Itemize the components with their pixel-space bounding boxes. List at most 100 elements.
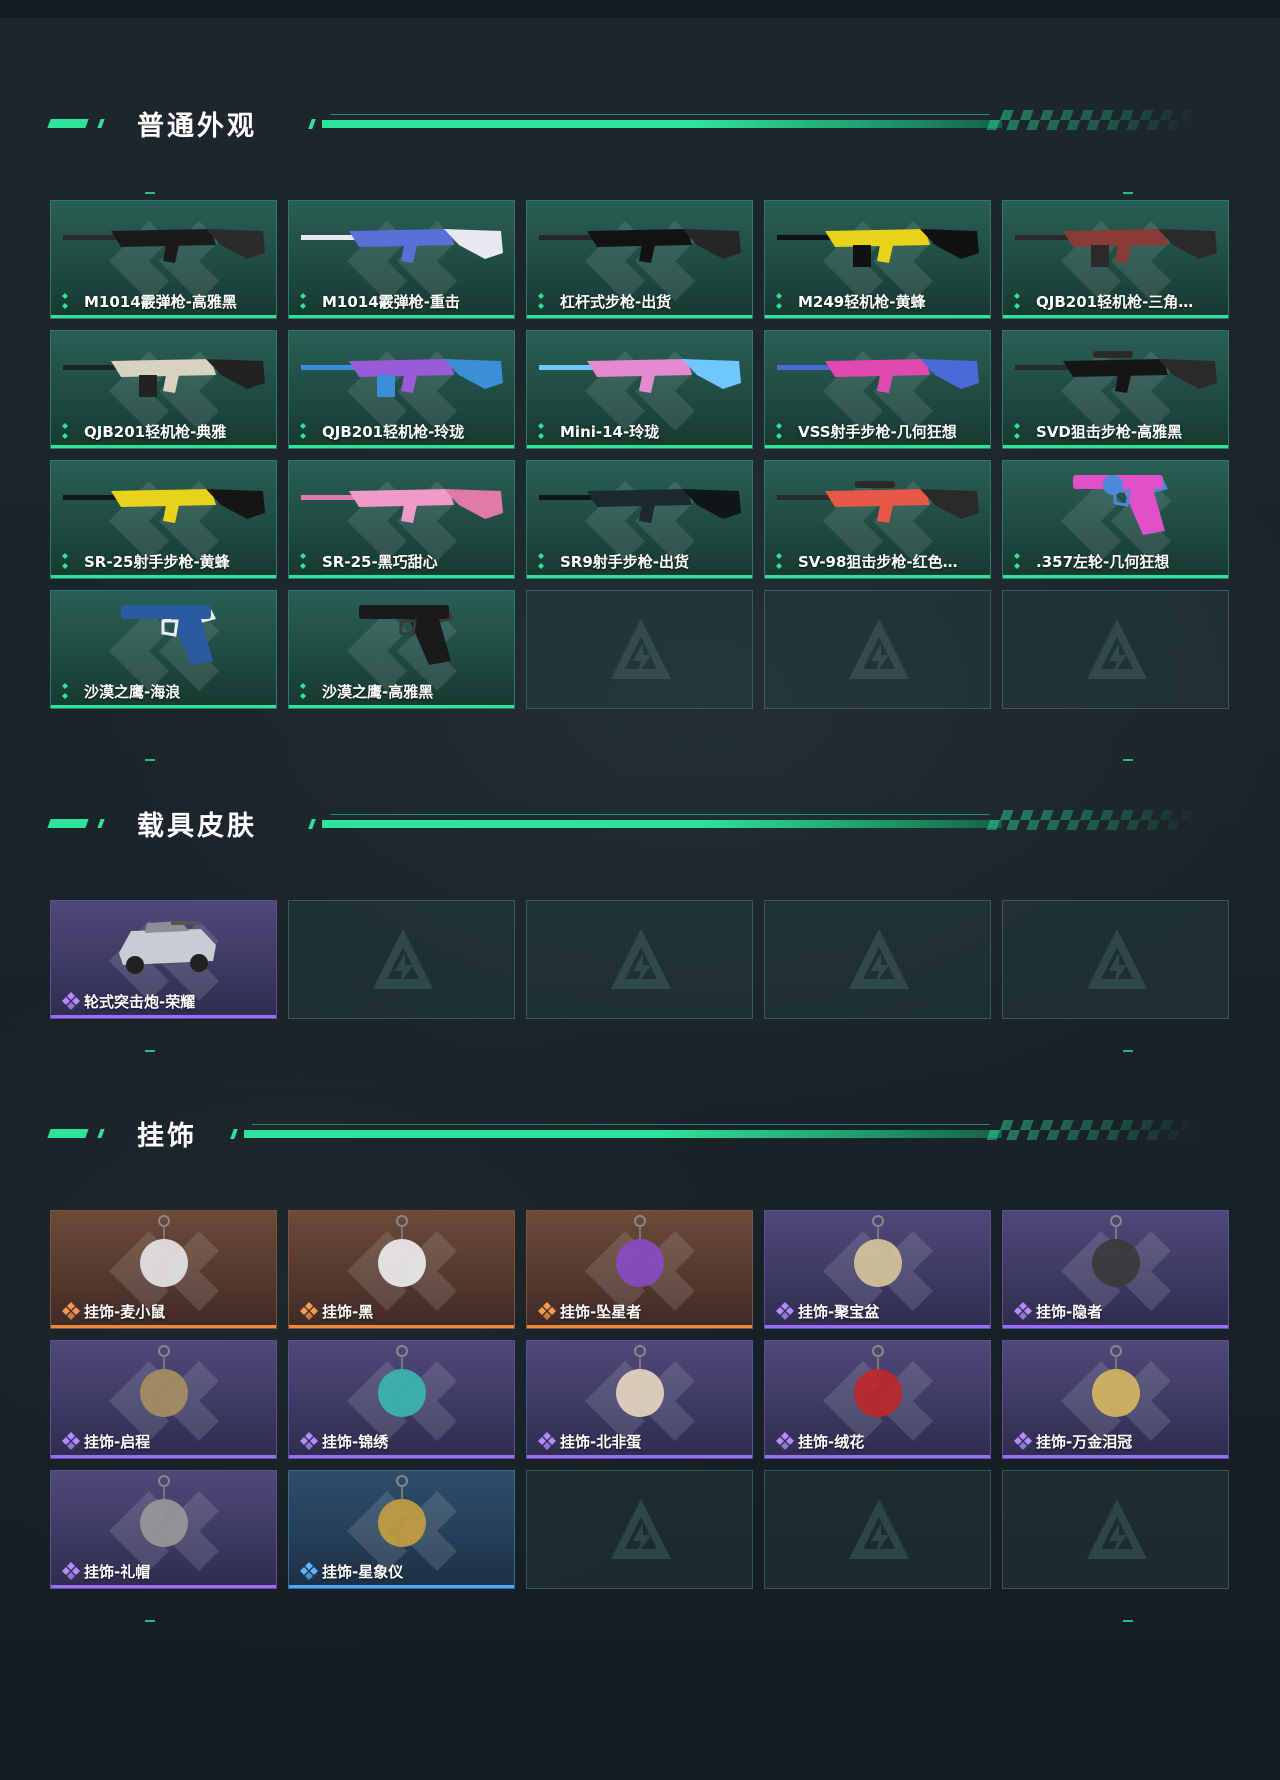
empty-slot	[288, 900, 515, 1019]
weapon-skin-card[interactable]: SVD狙击步枪-高雅黑	[1002, 330, 1229, 449]
item-label: 挂饰-启程	[84, 1433, 151, 1451]
header-line	[322, 820, 1002, 828]
purple-rarity-icon	[1014, 1302, 1032, 1320]
placeholder-logo-icon	[1087, 929, 1147, 989]
header-accent	[47, 119, 89, 128]
header-accent	[308, 819, 316, 829]
corner-tick	[1123, 1050, 1133, 1052]
green-rarity-icon	[300, 293, 306, 309]
machine-gun-icon	[63, 359, 265, 397]
green-rarity-icon	[776, 553, 782, 569]
item-label: Mini-14-玲珑	[560, 423, 660, 441]
rarity-underline	[765, 445, 990, 448]
header-pattern	[986, 810, 1204, 830]
item-label: 挂饰-北非蛋	[560, 1433, 642, 1451]
weapon-skin-card[interactable]: 沙漠之鹰-高雅黑	[288, 590, 515, 709]
header-accent	[308, 119, 316, 129]
purple-rarity-icon	[62, 1562, 80, 1580]
charm-card[interactable]: 挂饰-绒花	[764, 1340, 991, 1459]
rarity-underline	[765, 315, 990, 318]
charm-card[interactable]: 挂饰-启程	[50, 1340, 277, 1459]
weapon-skin-card[interactable]: M1014霰弹枪-高雅黑	[50, 200, 277, 319]
rarity-underline	[289, 575, 514, 578]
rarity-underline	[1003, 575, 1228, 578]
green-rarity-icon	[776, 423, 782, 439]
item-label: 沙漠之鹰-海浪	[84, 683, 181, 701]
corner-tick	[145, 192, 155, 194]
empty-slot	[526, 900, 753, 1019]
item-label: M1014霰弹枪-高雅黑	[84, 293, 237, 311]
rifle-icon	[539, 229, 741, 263]
item-label: SV-98狙击步枪-红色…	[798, 553, 958, 571]
charm-card[interactable]: 挂饰-北非蛋	[526, 1340, 753, 1459]
green-rarity-icon	[300, 423, 306, 439]
green-rarity-icon	[1014, 553, 1020, 569]
item-label: 轮式突击炮-荣耀	[84, 993, 196, 1011]
weapon-skin-card[interactable]: SR-25-黑巧甜心	[288, 460, 515, 579]
charm-card[interactable]: 挂饰-隐者	[1002, 1210, 1229, 1329]
charm-card[interactable]: 挂饰-万金泪冠	[1002, 1340, 1229, 1459]
rarity-underline	[765, 1455, 990, 1458]
weapon-skin-card[interactable]: M1014霰弹枪-重击	[288, 200, 515, 319]
item-label: 杠杆式步枪-出货	[560, 293, 672, 311]
purple-rarity-icon	[538, 1432, 556, 1450]
item-label: M1014霰弹枪-重击	[322, 293, 460, 311]
charm-card[interactable]: 挂饰-锦绣	[288, 1340, 515, 1459]
purple-rarity-icon	[1014, 1432, 1032, 1450]
charm-card[interactable]: 挂饰-坠星者	[526, 1210, 753, 1329]
green-rarity-icon	[300, 553, 306, 569]
charm-card[interactable]: 挂饰-聚宝盆	[764, 1210, 991, 1329]
header-accent	[47, 1129, 89, 1138]
empty-slot	[764, 590, 991, 709]
empty-slot	[1002, 590, 1229, 709]
weapon-skin-card[interactable]: M249轻机枪-黄蜂	[764, 200, 991, 319]
weapon-skin-card[interactable]: .357左轮-几何狂想	[1002, 460, 1229, 579]
rarity-underline	[527, 1325, 752, 1328]
item-label: 挂饰-黑	[322, 1303, 374, 1321]
purple-rarity-icon	[62, 1432, 80, 1450]
header-accent	[47, 819, 89, 828]
vehicle-skin-card[interactable]: 轮式突击炮-荣耀	[50, 900, 277, 1019]
rarity-underline	[527, 315, 752, 318]
weapon-skin-card[interactable]: 沙漠之鹰-海浪	[50, 590, 277, 709]
orange-rarity-icon	[62, 1302, 80, 1320]
weapon-skin-card[interactable]: SR9射手步枪-出货	[526, 460, 753, 579]
weapon-skin-card[interactable]: VSS射手步枪-几何狂想	[764, 330, 991, 449]
machine-gun-icon	[301, 359, 503, 397]
placeholder-logo-icon	[1087, 1499, 1147, 1559]
header-pattern	[986, 110, 1204, 130]
section-header: 挂饰	[0, 1110, 1280, 1170]
pistol-icon	[359, 605, 454, 665]
weapon-skin-card[interactable]: Mini-14-玲珑	[526, 330, 753, 449]
charm-card[interactable]: 挂饰-星象仪	[288, 1470, 515, 1589]
weapon-skin-card[interactable]: 杠杆式步枪-出货	[526, 200, 753, 319]
charm-icon	[140, 1475, 188, 1547]
section-header: 普通外观	[0, 100, 1280, 160]
section-title: 载具皮肤	[137, 811, 257, 842]
charm-card[interactable]: 挂饰-礼帽	[50, 1470, 277, 1589]
rifle-icon	[63, 489, 265, 523]
weapon-skin-card[interactable]: QJB201轻机枪-典雅	[50, 330, 277, 449]
armored-vehicle-icon	[119, 921, 216, 974]
rarity-underline	[289, 705, 514, 708]
green-rarity-icon	[62, 423, 68, 439]
charm-card[interactable]: 挂饰-黑	[288, 1210, 515, 1329]
green-rarity-icon	[62, 553, 68, 569]
rifle-icon	[539, 489, 741, 523]
weapon-skin-card[interactable]: QJB201轻机枪-玲珑	[288, 330, 515, 449]
header-pattern	[986, 1120, 1204, 1140]
machine-gun-icon	[1015, 229, 1217, 267]
weapon-skin-card[interactable]: QJB201轻机枪-三角…	[1002, 200, 1229, 319]
charm-card[interactable]: 挂饰-麦小鼠	[50, 1210, 277, 1329]
weapon-skin-card[interactable]: SR-25射手步枪-黄蜂	[50, 460, 277, 579]
blue-rarity-icon	[300, 1562, 318, 1580]
item-label: QJB201轻机枪-典雅	[84, 423, 227, 441]
empty-slot	[526, 590, 753, 709]
purple-rarity-icon	[776, 1432, 794, 1450]
rarity-underline	[51, 1325, 276, 1328]
item-label: M249轻机枪-黄蜂	[798, 293, 926, 311]
corner-tick	[1123, 1620, 1133, 1622]
green-rarity-icon	[776, 293, 782, 309]
weapon-skin-card[interactable]: SV-98狙击步枪-红色…	[764, 460, 991, 579]
rarity-underline	[51, 315, 276, 318]
